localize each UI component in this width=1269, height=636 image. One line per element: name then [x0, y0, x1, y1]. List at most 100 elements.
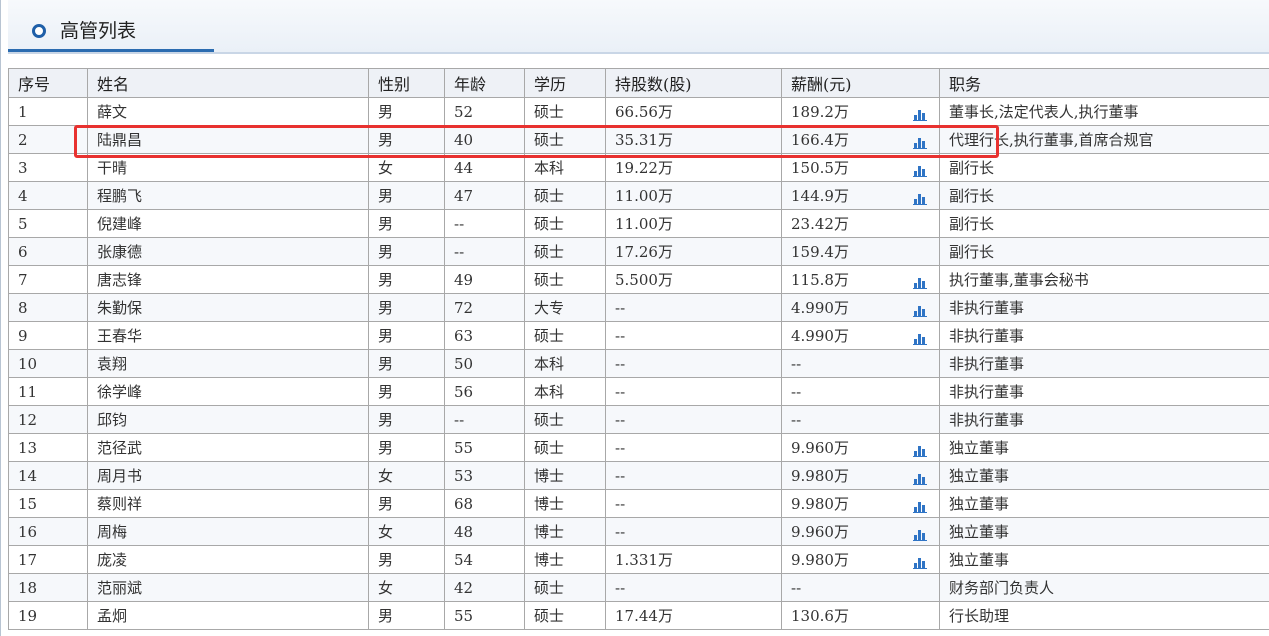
shares-cell: --	[605, 517, 782, 546]
executive-name[interactable]: 张康德	[87, 237, 369, 266]
position-cell: 董事长,法定代表人,执行董事	[939, 97, 1269, 126]
age-cell: 63	[444, 321, 525, 350]
shares-cell: 1.331万	[605, 545, 782, 574]
education-cell: 硕士	[524, 601, 606, 630]
bar-chart-icon[interactable]	[913, 556, 927, 569]
education-cell: 大专	[524, 293, 606, 322]
education-cell: 本科	[524, 153, 606, 182]
salary-value: --	[791, 354, 802, 373]
salary-value: --	[791, 410, 802, 429]
executive-name[interactable]: 程鹏飞	[87, 181, 369, 210]
bar-chart-icon[interactable]	[913, 276, 927, 289]
salary-value: 130.6万	[791, 607, 849, 625]
bar-chart-icon[interactable]	[913, 192, 927, 205]
executive-name[interactable]: 徐学峰	[87, 377, 369, 406]
column-header-salary: 薪酬(元)	[781, 68, 940, 98]
gender-cell: 女	[368, 517, 445, 546]
gender-cell: 男	[368, 321, 445, 350]
table-row: 16 周梅女 48 博士 -- 9.960万 独立董事	[8, 517, 1269, 546]
position-cell: 独立董事	[939, 489, 1269, 518]
shares-cell: --	[605, 349, 782, 378]
executive-name[interactable]: 范径武	[87, 433, 369, 462]
executive-name[interactable]: 薛文	[87, 97, 369, 126]
table-row: 11 徐学峰男 56 本科 -- -- 非执行董事	[8, 377, 1269, 406]
row-number: 18	[8, 573, 88, 602]
row-number: 1	[8, 97, 88, 126]
age-cell: 48	[444, 517, 525, 546]
gender-cell: 男	[368, 125, 445, 154]
row-number: 12	[8, 405, 88, 434]
gender-cell: 男	[368, 377, 445, 406]
salary-value: 159.4万	[791, 243, 849, 261]
position-cell: 独立董事	[939, 433, 1269, 462]
bar-chart-icon[interactable]	[913, 500, 927, 513]
gender-cell: 女	[368, 153, 445, 182]
salary-value: 166.4万	[791, 131, 849, 149]
row-number: 6	[8, 237, 88, 266]
age-cell: 68	[444, 489, 525, 518]
gender-cell: 男	[368, 209, 445, 238]
circle-bullet-icon	[32, 24, 46, 38]
executive-name[interactable]: 孟炯	[87, 601, 369, 630]
shares-cell: --	[605, 293, 782, 322]
gender-cell: 男	[368, 433, 445, 462]
age-cell: 42	[444, 573, 525, 602]
executive-name[interactable]: 袁翔	[87, 349, 369, 378]
executive-name[interactable]: 范丽斌	[87, 573, 369, 602]
position-cell: 行长助理	[939, 601, 1269, 630]
executive-name[interactable]: 干晴	[87, 153, 369, 182]
bar-chart-icon[interactable]	[913, 304, 927, 317]
executive-name[interactable]: 周月书	[87, 461, 369, 490]
bar-chart-icon[interactable]	[913, 164, 927, 177]
row-number: 8	[8, 293, 88, 322]
table-body: 1 薛文男 52 硕士 66.56万 189.2万 董事长,法定代表人,执行董事 2 陆鼎昌男 4…	[8, 97, 1269, 630]
bar-chart-icon[interactable]	[913, 136, 927, 149]
executive-name[interactable]: 庞凌	[87, 545, 369, 574]
bar-chart-icon[interactable]	[913, 444, 927, 457]
gender-cell: 男	[368, 349, 445, 378]
executive-name[interactable]: 周梅	[87, 517, 369, 546]
bar-chart-icon[interactable]	[913, 108, 927, 121]
executive-name[interactable]: 王春华	[87, 321, 369, 350]
table-row: 18 范丽斌女 42 硕士 -- -- 财务部门负责人	[8, 573, 1269, 602]
education-cell: 博士	[524, 461, 606, 490]
bar-chart-icon[interactable]	[913, 472, 927, 485]
table-row: 13 范径武男 55 硕士 -- 9.960万 独立董事	[8, 433, 1269, 462]
row-number: 19	[8, 601, 88, 630]
row-number: 13	[8, 433, 88, 462]
bar-chart-icon[interactable]	[913, 528, 927, 541]
age-cell: 53	[444, 461, 525, 490]
gender-cell: 女	[368, 461, 445, 490]
executive-table: 序号 姓名 性别 年龄 学历 持股数(股) 薪酬(元) 职务 1 薛文男 52 硕士 6…	[8, 68, 1269, 630]
table-row: 10 袁翔男 50 本科 -- -- 非执行董事	[8, 349, 1269, 378]
education-cell: 硕士	[524, 433, 606, 462]
position-cell: 独立董事	[939, 461, 1269, 490]
position-cell: 独立董事	[939, 517, 1269, 546]
executive-name[interactable]: 朱勤保	[87, 293, 369, 322]
age-cell: --	[444, 237, 525, 266]
row-number: 10	[8, 349, 88, 378]
position-cell: 副行长	[939, 237, 1269, 266]
executive-name[interactable]: 蔡则祥	[87, 489, 369, 518]
salary-cell: 4.990万	[781, 321, 940, 350]
executive-name[interactable]: 陆鼎昌	[87, 125, 369, 154]
table-row: 4 程鹏飞男 47 硕士 11.00万 144.9万 副行长	[8, 181, 1269, 210]
table-row: 3 干晴女 44 本科 19.22万 150.5万 副行长	[8, 153, 1269, 182]
shares-cell: --	[605, 433, 782, 462]
education-cell: 硕士	[524, 265, 606, 294]
executive-name[interactable]: 邱钧	[87, 405, 369, 434]
salary-cell: 115.8万	[781, 265, 940, 294]
row-number: 2	[8, 125, 88, 154]
position-cell: 财务部门负责人	[939, 573, 1269, 602]
table-row: 6 张康德男 -- 硕士 17.26万 159.4万 副行长	[8, 237, 1269, 266]
row-number: 11	[8, 377, 88, 406]
executive-name[interactable]: 倪建峰	[87, 209, 369, 238]
position-cell: 代理行长,执行董事,首席合规官	[939, 125, 1269, 154]
executive-name[interactable]: 唐志锋	[87, 265, 369, 294]
salary-value: 189.2万	[791, 103, 849, 121]
shares-cell: 17.44万	[605, 601, 782, 630]
education-cell: 本科	[524, 377, 606, 406]
bar-chart-icon[interactable]	[913, 332, 927, 345]
table-header-row: 序号 姓名 性别 年龄 学历 持股数(股) 薪酬(元) 职务	[8, 68, 1269, 98]
salary-value: 9.960万	[791, 523, 849, 541]
